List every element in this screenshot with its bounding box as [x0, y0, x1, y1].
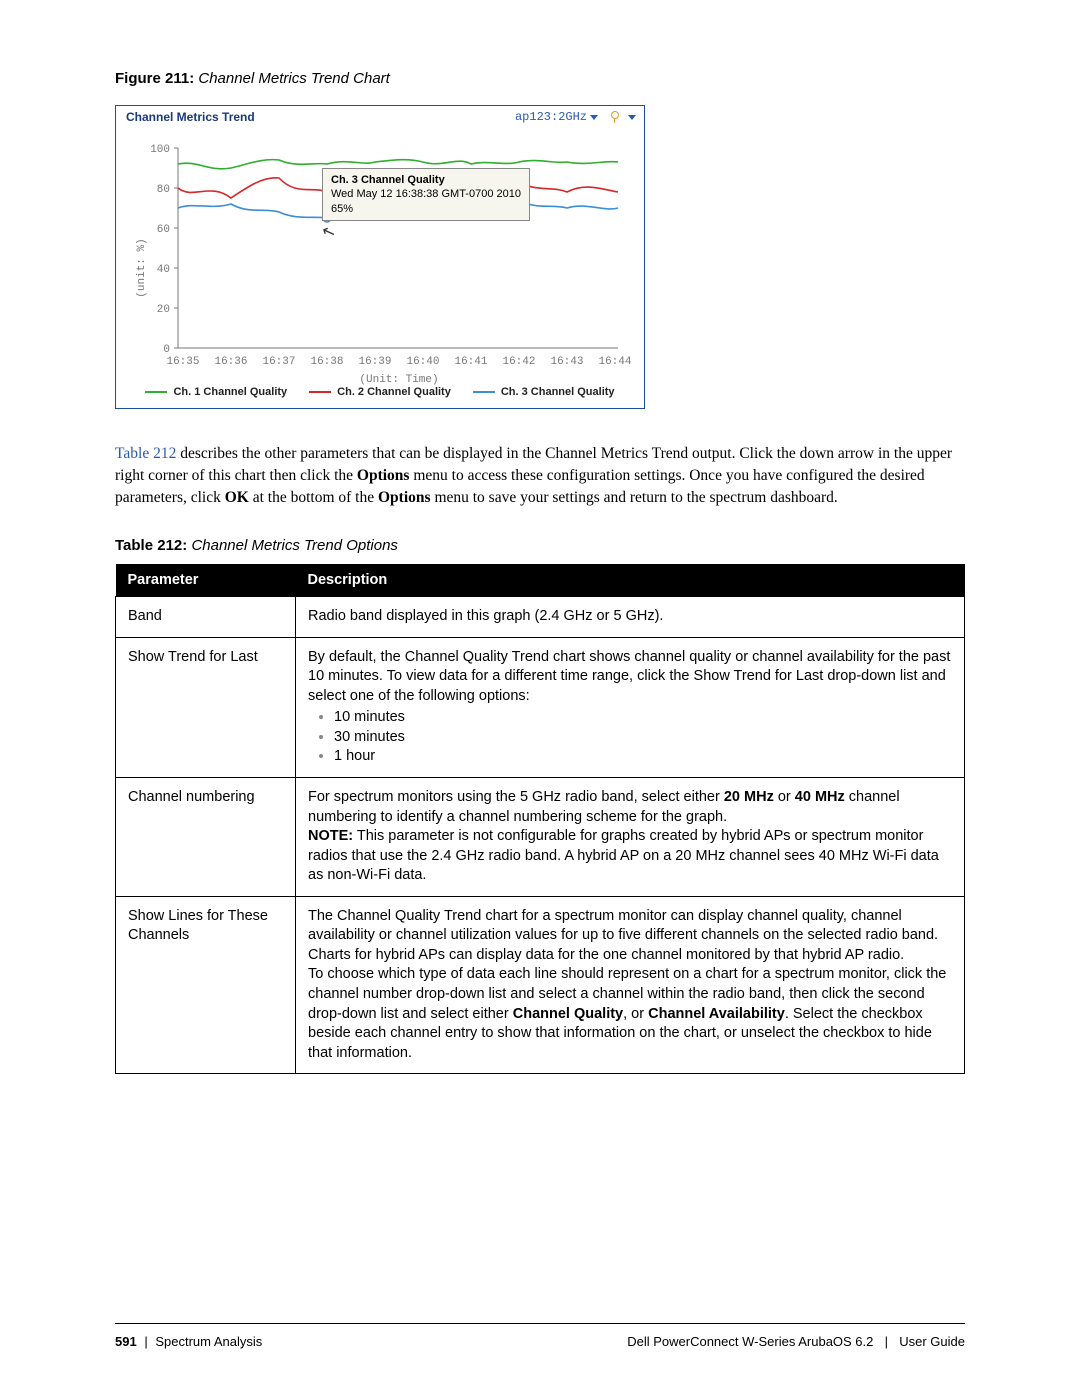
ytick-label: 20 [157, 304, 170, 316]
footer-section: Spectrum Analysis [155, 1334, 262, 1349]
footer-right: Dell PowerConnect W-Series ArubaOS 6.2 |… [627, 1334, 965, 1349]
th-description: Description [296, 564, 965, 597]
options-table: Parameter Description Band Radio band di… [115, 564, 965, 1074]
xtick-label: 16:44 [598, 356, 631, 368]
param-cell: Channel numbering [116, 777, 296, 896]
pin-icon[interactable] [608, 111, 620, 123]
band-dropdown[interactable]: ap123:2GHz [515, 110, 598, 124]
panel-title: Channel Metrics Trend [126, 110, 515, 124]
xtick-label: 16:37 [262, 356, 295, 368]
xtick-label: 16:38 [310, 356, 343, 368]
list-item: 30 minutes [334, 728, 952, 748]
xtick-label: 16:40 [406, 356, 439, 368]
chart-tooltip: Ch. 3 Channel Quality Wed May 12 16:38:3… [322, 168, 530, 221]
band-dropdown-label: ap123:2GHz [515, 110, 587, 124]
tooltip-value: 65% [331, 203, 353, 215]
options-menu-icon[interactable] [628, 115, 636, 120]
legend-swatch [473, 391, 495, 393]
figure-title: Channel Metrics Trend Chart [198, 70, 389, 87]
table-caption: Table 212: Channel Metrics Trend Options [115, 537, 965, 554]
param-cell: Band [116, 597, 296, 638]
ytick-label: 0 [163, 344, 170, 356]
page-number: 591 [115, 1334, 137, 1349]
desc-cell: The Channel Quality Trend chart for a sp… [296, 896, 965, 1074]
chart-plot-area: 100 80 60 40 20 0 16:35 16:36 [116, 128, 644, 378]
x-axis-label: (Unit: Time) [359, 374, 438, 386]
xtick-label: 16:36 [214, 356, 247, 368]
chevron-down-icon [590, 115, 598, 120]
legend-swatch [145, 391, 167, 393]
footer-product: Dell PowerConnect W-Series ArubaOS 6.2 [627, 1334, 873, 1349]
xtick-label: 16:43 [550, 356, 583, 368]
table-row: Channel numbering For spectrum monitors … [116, 777, 965, 896]
table-ref-link[interactable]: Table 212 [115, 445, 176, 462]
param-cell: Show Trend for Last [116, 637, 296, 777]
list-item: 10 minutes [334, 708, 952, 728]
list-item: 1 hour [334, 747, 952, 767]
table-title: Channel Metrics Trend Options [191, 537, 397, 554]
desc-cell: By default, the Channel Quality Trend ch… [296, 637, 965, 777]
ytick-label: 100 [150, 144, 170, 156]
param-cell: Show Lines for These Channels [116, 896, 296, 1074]
body-paragraph: Table 212 describes the other parameters… [115, 443, 965, 509]
tooltip-title: Ch. 3 Channel Quality [331, 174, 445, 186]
ytick-label: 80 [157, 184, 170, 196]
table-row: Show Trend for Last By default, the Chan… [116, 637, 965, 777]
legend-swatch [309, 391, 331, 393]
y-axis-label: (unit: %) [136, 238, 148, 297]
footer-left: 591 | Spectrum Analysis [115, 1334, 262, 1349]
xtick-label: 16:39 [358, 356, 391, 368]
xtick-label: 16:42 [502, 356, 535, 368]
ytick-label: 40 [157, 264, 170, 276]
xtick-label: 16:35 [166, 356, 199, 368]
ytick-label: 60 [157, 224, 170, 236]
channel-metrics-trend-panel: Channel Metrics Trend ap123:2GHz 100 80 … [115, 105, 645, 409]
page-footer: 591 | Spectrum Analysis Dell PowerConnec… [115, 1323, 965, 1349]
tooltip-timestamp: Wed May 12 16:38:38 GMT-0700 2010 [331, 188, 521, 200]
footer-doc: User Guide [899, 1334, 965, 1349]
th-parameter: Parameter [116, 564, 296, 597]
chart-titlebar: Channel Metrics Trend ap123:2GHz [116, 106, 644, 128]
figure-number: Figure 211: [115, 70, 194, 87]
desc-cell: For spectrum monitors using the 5 GHz ra… [296, 777, 965, 896]
desc-cell: Radio band displayed in this graph (2.4 … [296, 597, 965, 638]
figure-caption: Figure 211: Channel Metrics Trend Chart [115, 70, 965, 87]
table-row: Band Radio band displayed in this graph … [116, 597, 965, 638]
table-row: Show Lines for These Channels The Channe… [116, 896, 965, 1074]
xtick-label: 16:41 [454, 356, 487, 368]
table-number: Table 212: [115, 537, 187, 554]
